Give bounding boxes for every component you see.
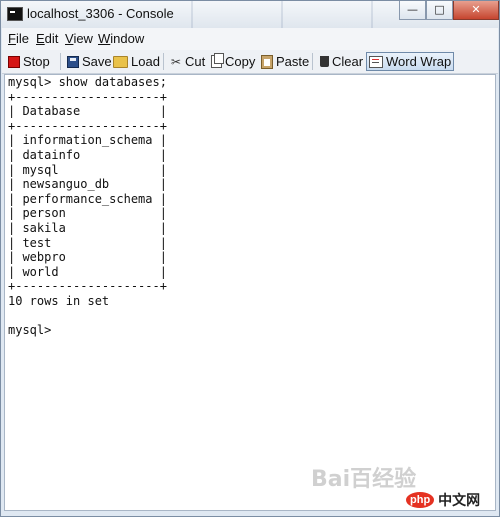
toolbar-separator: [60, 53, 61, 70]
word-wrap-label: Word Wrap: [386, 54, 452, 69]
copy-button[interactable]: Copy: [209, 52, 257, 71]
console-line: | sakila |: [8, 220, 167, 235]
php-logo-icon: php: [406, 492, 435, 508]
console-line: | person |: [8, 206, 167, 221]
load-label: Load: [131, 54, 160, 69]
paste-icon: [261, 54, 273, 69]
console-line: | newsanguo_db |: [8, 177, 167, 192]
paste-label: Paste: [276, 54, 310, 69]
console-line: | test |: [8, 235, 167, 250]
console-line: | webpro |: [8, 250, 167, 265]
menu-edit-rest: dit: [44, 31, 59, 46]
word-wrap-button[interactable]: Word Wrap: [366, 52, 455, 71]
save-button[interactable]: Save: [65, 52, 114, 71]
cut-label: Cut: [185, 54, 206, 69]
save-label: Save: [82, 54, 112, 69]
console-line: | information_schema |: [8, 133, 167, 148]
menu-bar: File Edit View Window: [2, 28, 498, 50]
menu-file-key: F: [8, 31, 16, 46]
baidu-watermark: Bai百经验: [311, 467, 417, 492]
copy-label: Copy: [225, 54, 256, 69]
menu-file[interactable]: File: [8, 31, 29, 46]
paste-button[interactable]: Paste: [259, 52, 311, 71]
window-controls: — □ ✕: [399, 1, 499, 21]
menu-view-rest: iew: [73, 31, 93, 46]
load-button[interactable]: Load: [111, 52, 162, 71]
word-wrap-icon: [369, 55, 383, 68]
trash-icon: [320, 56, 329, 67]
console-line: | Database |: [8, 104, 167, 119]
menu-edit-key: E: [36, 31, 45, 46]
console-line: | datainfo |: [8, 147, 167, 162]
console-line: +--------------------+: [8, 118, 167, 133]
cut-button[interactable]: ✂ Cut: [168, 52, 207, 71]
minimize-button[interactable]: —: [399, 1, 426, 20]
console-prompt: mysql>: [8, 323, 52, 338]
title-bar[interactable]: localhost_3306 - Console — □ ✕: [1, 1, 499, 28]
console-output[interactable]: mysql> show databases; +----------------…: [4, 74, 496, 511]
cn-watermark-text: 中文网: [438, 493, 481, 509]
stop-button[interactable]: Stop: [6, 52, 52, 71]
console-line: +--------------------+: [8, 89, 167, 104]
menu-view[interactable]: View: [65, 31, 93, 46]
maximize-button[interactable]: □: [426, 1, 453, 20]
console-text: mysql> show databases; +----------------…: [5, 75, 495, 338]
console-line: | mysql |: [8, 162, 167, 177]
toolbar: Stop Save Load ✂ Cut Copy Paste Clear Wo…: [2, 50, 498, 74]
menu-window-rest: indow: [110, 31, 145, 46]
stop-label: Stop: [23, 54, 50, 69]
console-line: +--------------------+: [8, 279, 167, 294]
toolbar-separator: [163, 53, 164, 70]
background-window-ghost: [151, 1, 421, 28]
menu-window[interactable]: Window: [98, 31, 144, 46]
toolbar-separator: [312, 53, 313, 70]
save-icon: [67, 55, 79, 68]
scissors-icon: ✂: [170, 54, 182, 69]
console-line: mysql> show databases;: [8, 75, 167, 89]
clear-label: Clear: [332, 54, 364, 69]
console-line: | world |: [8, 264, 167, 279]
clear-button[interactable]: Clear: [318, 52, 365, 71]
console-line: | performance_schema |: [8, 191, 167, 206]
php-cn-watermark: php 中文网: [406, 489, 496, 511]
stop-icon: [8, 55, 20, 68]
terminal-icon: [7, 7, 23, 21]
menu-edit[interactable]: Edit: [36, 31, 58, 46]
console-line: 10 rows in set: [8, 293, 110, 308]
copy-icon: [211, 53, 224, 68]
menu-file-rest: ile: [15, 31, 29, 46]
menu-window-key: W: [98, 31, 111, 46]
console-window: localhost_3306 - Console — □ ✕ File Edit…: [0, 0, 500, 517]
folder-icon: [113, 55, 128, 68]
close-button[interactable]: ✕: [453, 1, 499, 20]
